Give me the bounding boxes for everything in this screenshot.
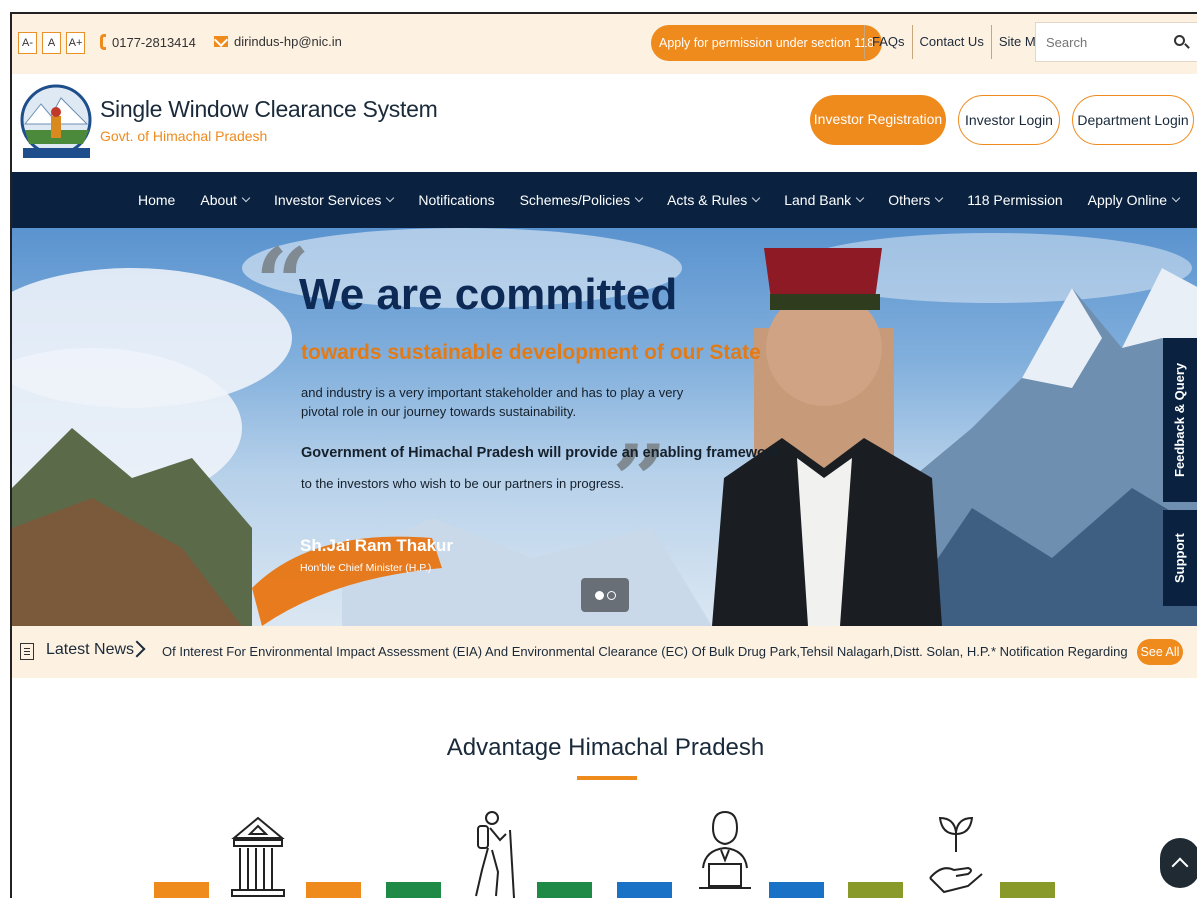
- advantage-card-bar: [848, 882, 903, 898]
- investor-registration-button[interactable]: Investor Registration: [810, 95, 946, 145]
- newspaper-icon: [20, 643, 34, 660]
- latest-news-ticker: Latest News Of Interest For Environmenta…: [10, 626, 1197, 678]
- himachal-emblem-logo[interactable]: [19, 82, 94, 162]
- search-box: [1035, 22, 1197, 62]
- nav-item-apply-online[interactable]: Apply Online: [1087, 192, 1181, 208]
- title-underline: [577, 776, 637, 780]
- nav-item-land-bank[interactable]: Land Bank: [784, 192, 865, 208]
- carousel-indicators: [581, 578, 629, 612]
- hero-subheadline: towards sustainable development of our S…: [301, 341, 761, 364]
- chevron-down-icon: [386, 193, 395, 203]
- government-building-icon: [231, 816, 285, 897]
- plant-hand-icon: [929, 816, 983, 894]
- advantage-card-bar: [617, 882, 672, 898]
- hero-headline: We are committed: [299, 270, 678, 319]
- nav-item-schemes-policies[interactable]: Schemes/Policies: [519, 192, 644, 208]
- apply-118-button[interactable]: Apply for permission under section 118: [651, 25, 883, 61]
- search-input[interactable]: [1036, 23, 1160, 61]
- nav-item-118-permission[interactable]: 118 Permission: [967, 192, 1062, 208]
- email-address[interactable]: dirindus-hp@nic.in: [234, 34, 342, 49]
- advantage-card-bar: [154, 882, 209, 898]
- department-login-button[interactable]: Department Login: [1072, 95, 1194, 145]
- phone-contact: 0177-2813414: [100, 34, 196, 50]
- nav-item-investor-services[interactable]: Investor Services: [273, 192, 395, 208]
- chevron-down-icon: [241, 193, 251, 203]
- font-normal-button[interactable]: A: [42, 32, 61, 54]
- contact-us-link[interactable]: Contact Us: [911, 25, 991, 59]
- latest-news-label: Latest News: [46, 641, 135, 658]
- chevron-down-icon: [855, 193, 865, 203]
- carousel-dot-1[interactable]: [594, 590, 604, 600]
- feedback-query-tab[interactable]: Feedback & Query: [1163, 338, 1197, 502]
- nav-item-label: Others: [888, 192, 931, 208]
- investor-icon: [699, 810, 751, 889]
- email-contact: dirindus-hp@nic.in: [214, 34, 342, 49]
- phone-icon: [100, 34, 106, 50]
- font-decrease-button[interactable]: A-: [18, 32, 37, 54]
- faqs-link[interactable]: FAQs: [864, 25, 912, 59]
- nav-item-label: Apply Online: [1087, 192, 1168, 208]
- chevron-down-icon: [1171, 193, 1181, 203]
- nav-item-label: About: [200, 192, 237, 208]
- chief-minister-role: Hon'ble Chief Minister (H.P.): [300, 562, 432, 574]
- advantage-card-bar: [537, 882, 592, 898]
- nav-item-label: Land Bank: [784, 192, 852, 208]
- chevron-down-icon: [634, 193, 644, 203]
- advantage-card-bar: [769, 882, 824, 898]
- hiker-icon: [475, 811, 515, 898]
- hero-emphasis: Government of Himachal Pradesh will prov…: [301, 445, 780, 461]
- nav-item-label: Home: [138, 192, 176, 208]
- nav-item-label: Schemes/Policies: [519, 192, 631, 208]
- advantage-card-bar: [386, 882, 441, 898]
- see-all-button[interactable]: See All: [1137, 639, 1183, 665]
- advantage-card-bar: [1000, 882, 1055, 898]
- carousel-dot-2[interactable]: [606, 590, 616, 600]
- chevron-down-icon: [934, 193, 944, 203]
- nav-item-label: Acts & Rules: [667, 192, 748, 208]
- nav-item-label: 118 Permission: [967, 192, 1063, 208]
- font-increase-button[interactable]: A+: [66, 32, 85, 54]
- nav-item-notifications[interactable]: Notifications: [418, 192, 494, 208]
- scroll-to-top-button[interactable]: [1160, 838, 1197, 888]
- hero-carousel: “ ” We are committed towards sustainable…: [10, 228, 1197, 626]
- advantage-card-bar: [306, 882, 361, 898]
- phone-number: 0177-2813414: [112, 34, 196, 50]
- advantage-section: Advantage Himachal Pradesh: [10, 678, 1197, 898]
- investor-login-button[interactable]: Investor Login: [958, 95, 1060, 145]
- hero-paragraph-2: to the investors who wish to be our part…: [301, 476, 624, 491]
- nav-item-label: Investor Services: [273, 192, 382, 208]
- section-title: Advantage Himachal Pradesh: [446, 734, 765, 761]
- search-icon[interactable]: [1174, 35, 1185, 46]
- nav-item-others[interactable]: Others: [888, 192, 944, 208]
- hero-paragraph: and industry is a very important stakeho…: [301, 385, 684, 419]
- nav-item-acts-rules[interactable]: Acts & Rules: [667, 192, 761, 208]
- nav-item-about[interactable]: About: [200, 192, 251, 208]
- site-subtitle: Govt. of Himachal Pradesh: [100, 128, 268, 144]
- mail-icon: [214, 36, 228, 47]
- main-navigation: Home About Investor Services Notifications S…: [10, 172, 1197, 228]
- support-tab[interactable]: Support: [1163, 510, 1197, 606]
- nav-item-home[interactable]: Home: [138, 192, 175, 208]
- nav-item-label: Notifications: [418, 192, 495, 208]
- chief-minister-name: Sh.Jai Ram Thakur: [300, 536, 454, 555]
- chevron-down-icon: [751, 193, 761, 203]
- site-title: Single Window Clearance System: [100, 96, 438, 122]
- top-utility-bar: A- A A+ 0177-2813414 dirindus-hp@nic.in …: [10, 12, 1197, 74]
- top-links: FAQs Contact Us Site Map: [864, 24, 1057, 60]
- site-header: Single Window Clearance System Govt. of …: [10, 74, 1197, 172]
- news-item[interactable]: Of Interest For Environmental Impact Ass…: [162, 644, 990, 659]
- font-size-controls: A- A A+: [18, 32, 85, 54]
- news-item[interactable]: * Notification Regarding: [991, 644, 1128, 659]
